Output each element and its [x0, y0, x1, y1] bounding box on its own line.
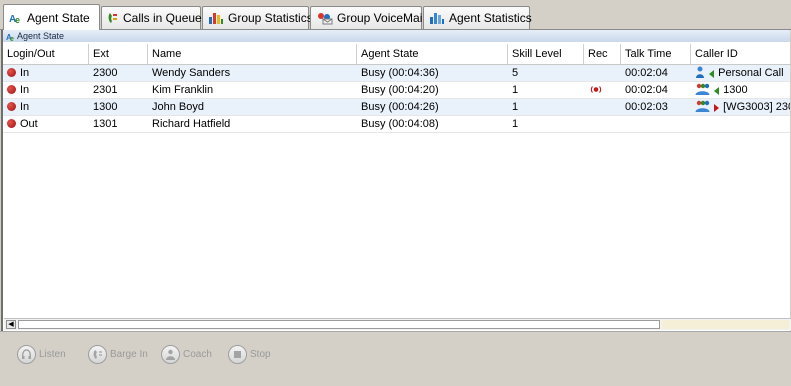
group-icon [695, 83, 710, 95]
coach-label: Coach [183, 349, 212, 360]
agent-state-panel: Ae Agent State Login/Out Ext Name Agent … [1, 30, 791, 331]
svg-text:e: e [15, 15, 20, 24]
rec-cell [584, 65, 621, 81]
name-cell: John Boyd [152, 101, 204, 113]
caller-id-cell: 1300 [691, 82, 790, 98]
table-row[interactable]: In 2301 Kim Franklin Busy (00:04:20) 1 0… [3, 82, 790, 99]
panel-caption: Ae Agent State [3, 30, 790, 42]
coach-button[interactable]: Coach [161, 345, 212, 364]
caller-id-text: 1300 [723, 84, 748, 96]
rec-cell [584, 116, 621, 132]
barge-in-icon [93, 350, 102, 359]
column-header-talk-time[interactable]: Talk Time [621, 44, 691, 64]
login-status: In [20, 67, 30, 79]
tab-label: Group VoiceMail [337, 11, 426, 25]
table-row[interactable]: In 2300 Wendy Sanders Busy (00:04:36) 5 … [3, 65, 790, 82]
incoming-arrow-icon [709, 70, 715, 78]
talk-time-cell: 00:02:04 [625, 67, 668, 79]
column-header-agent-state[interactable]: Agent State [357, 44, 508, 64]
scroll-thumb[interactable] [18, 320, 660, 329]
tab-bar: Ae Agent State Calls in Queue Group Stat… [0, 0, 791, 30]
login-status: In [20, 84, 30, 96]
calls-queue-icon [108, 12, 117, 23]
talk-time-cell [621, 116, 691, 132]
recording-icon [590, 86, 602, 93]
incoming-arrow-icon [714, 87, 720, 95]
table-header: Login/Out Ext Name Agent State Skill Lev… [3, 44, 790, 65]
column-header-ext[interactable]: Ext [89, 44, 148, 64]
caller-id-cell: [WG3003] 2301 [691, 99, 790, 115]
agent-state-table: Login/Out Ext Name Agent State Skill Lev… [3, 44, 790, 317]
tab-agent-state[interactable]: Ae Agent State [3, 4, 100, 30]
tab-label: Agent State [27, 10, 90, 25]
skill-level-cell: 1 [512, 101, 519, 113]
group-statistics-icon [209, 13, 223, 24]
tab-label: Agent Statistics [449, 11, 532, 25]
table-row[interactable]: Out 1301 Richard Hatfield Busy (00:04:08… [3, 116, 790, 133]
tab-group-statistics[interactable]: Group Statistics [202, 6, 313, 29]
skill-level-cell: 1 [512, 118, 519, 130]
table-row[interactable]: In 1300 John Boyd Busy (00:04:26) 1 00:0… [3, 99, 790, 116]
group-icon [695, 100, 710, 112]
agent-state-cell: Busy (00:04:36) [361, 67, 439, 79]
tab-label: Calls in Queue [123, 11, 202, 25]
rec-cell [584, 82, 621, 98]
tab-agent-statistics[interactable]: Agent Statistics [423, 6, 532, 29]
agent-state-cell: Busy (00:04:08) [361, 118, 439, 130]
scroll-track[interactable] [662, 320, 789, 329]
column-header-skill-level[interactable]: Skill Level [508, 44, 584, 64]
login-status: Out [20, 118, 38, 130]
caller-id-cell: Personal Call [691, 65, 790, 81]
barge-in-label: Barge In [110, 349, 148, 360]
tab-label: Group Statistics [228, 11, 313, 25]
coach-icon [166, 349, 175, 360]
column-header-caller-id[interactable]: Caller ID [691, 44, 790, 64]
agent-statistics-icon [430, 13, 444, 24]
svg-text:e: e [10, 36, 14, 41]
outgoing-arrow-icon [714, 104, 720, 112]
talk-time-cell: 00:02:03 [625, 101, 668, 113]
group-voicemail-icon [318, 12, 333, 24]
skill-level-cell: 5 [512, 67, 519, 79]
status-dot-icon [7, 119, 16, 128]
rec-cell [584, 99, 621, 115]
panel-caption-text: Agent State [17, 31, 65, 41]
ext-cell: 2300 [93, 67, 118, 79]
status-dot-icon [7, 68, 16, 77]
tab-calls-in-queue[interactable]: Calls in Queue [101, 6, 202, 29]
talk-time-cell: 00:02:04 [625, 84, 668, 96]
ext-cell: 1300 [93, 101, 118, 113]
person-icon [696, 66, 704, 78]
stop-button[interactable]: Stop [228, 345, 271, 364]
listen-button[interactable]: Listen [17, 345, 66, 364]
caller-id-text: Personal Call [718, 67, 784, 79]
horizontal-scrollbar[interactable]: ◀ [4, 318, 791, 330]
listen-label: Listen [39, 349, 66, 360]
column-header-name[interactable]: Name [148, 44, 357, 64]
name-cell: Wendy Sanders [152, 67, 231, 79]
ext-cell: 1301 [93, 118, 118, 130]
stop-label: Stop [250, 349, 271, 360]
column-header-rec[interactable]: Rec [584, 44, 621, 64]
column-header-login[interactable]: Login/Out [3, 44, 89, 64]
tab-group-voicemail[interactable]: Group VoiceMail [310, 6, 426, 29]
listen-icon [22, 349, 31, 359]
agent-state-icon: Ae [6, 33, 14, 41]
stop-icon [234, 351, 241, 358]
agent-state-icon: Ae [9, 14, 20, 24]
agent-state-cell: Busy (00:04:26) [361, 101, 439, 113]
status-dot-icon [7, 102, 16, 111]
caller-id-text: [WG3003] 2301 [723, 101, 790, 113]
login-status: In [20, 101, 30, 113]
status-dot-icon [7, 85, 16, 94]
scroll-left-button[interactable]: ◀ [6, 320, 16, 329]
ext-cell: 2301 [93, 84, 118, 96]
skill-level-cell: 1 [512, 84, 519, 96]
barge-in-button[interactable]: Barge In [88, 345, 148, 364]
name-cell: Kim Franklin [152, 84, 214, 96]
name-cell: Richard Hatfield [152, 118, 231, 130]
agent-state-cell: Busy (00:04:20) [361, 84, 439, 96]
call-controls-bar: Listen Barge In Coach Stop [0, 331, 791, 386]
caller-id-cell [691, 116, 790, 132]
